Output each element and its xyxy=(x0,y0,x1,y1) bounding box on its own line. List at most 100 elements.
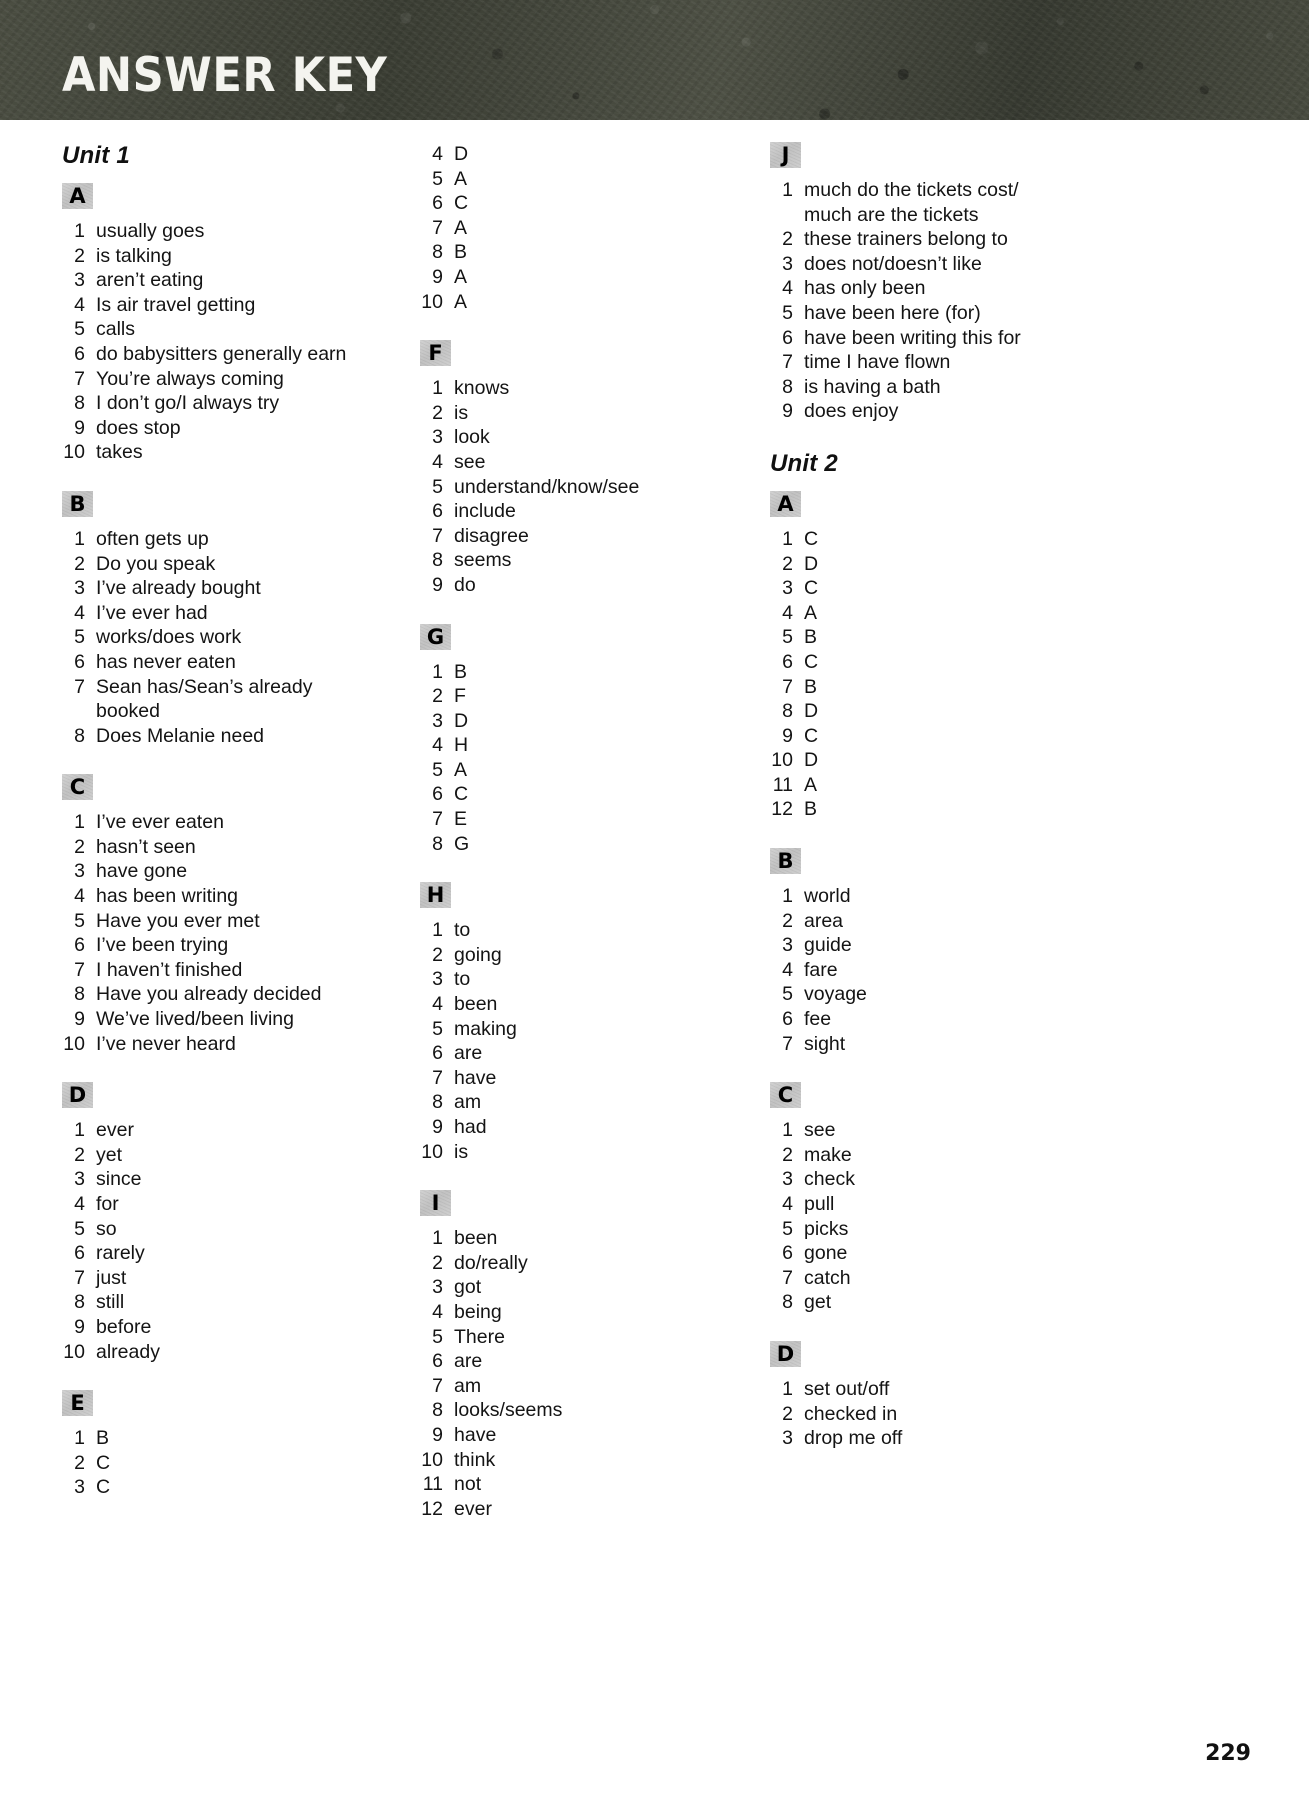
answer-number: 6 xyxy=(782,1008,793,1031)
answer-row: 6 include xyxy=(420,499,770,524)
answer-text-line: We’ve lived/been living xyxy=(96,1008,294,1031)
answer-text: hasn’t seen xyxy=(96,835,420,860)
answer-text-line: A xyxy=(454,265,468,288)
answer-row: 5A xyxy=(420,167,770,192)
answer-row: 5 understand/know/see xyxy=(420,475,770,500)
answer-number: 8 xyxy=(74,983,85,1006)
answer-text-line: C xyxy=(454,783,469,806)
answer-text-line: get xyxy=(804,1291,832,1314)
section-letter-chip: J xyxy=(770,142,801,168)
answer-row: 9 before xyxy=(62,1315,420,1340)
answer-text: Do you speak xyxy=(96,552,420,577)
answer-text-line: usually goes xyxy=(96,220,205,242)
answer-number: 3 xyxy=(782,577,793,600)
answer-text: making xyxy=(454,1017,770,1042)
answer-text-line: since xyxy=(96,1168,142,1191)
answer-text-line: drop me off xyxy=(804,1427,903,1450)
answer-text: does stop xyxy=(96,416,420,441)
answer-text-line: do/really xyxy=(454,1251,528,1274)
answer-text-line: have been writing this for xyxy=(804,326,1021,349)
answer-row: 7 disagree xyxy=(420,524,770,549)
answer-number: 8 xyxy=(432,241,443,264)
answer-text: calls xyxy=(96,317,420,342)
answer-number: 7 xyxy=(74,958,85,981)
answer-text: do babysitters generally earn xyxy=(96,342,420,367)
answer-number: 4 xyxy=(432,450,443,473)
answer-number: 10 xyxy=(421,1140,443,1163)
answer-text: works/does work xyxy=(96,625,420,650)
answer-number: 8 xyxy=(432,549,443,572)
answer-row: 4H xyxy=(420,733,770,758)
answer-row: 2 make xyxy=(770,1143,1130,1168)
answer-number: 1 xyxy=(782,1119,793,1142)
answer-text-line: am xyxy=(454,1091,482,1114)
answer-number: 9 xyxy=(782,724,793,747)
answer-text: world xyxy=(804,884,1130,909)
answer-section-continued: 4 D 5 A 6 C 7 A 8 B 9 A 10 A xyxy=(420,142,770,314)
answer-list: 1 ever 2 yet 3 since 4 for 5 so 6 rarely 7 just 8 still… xyxy=(62,1118,420,1364)
answer-number: 1 xyxy=(782,1377,793,1400)
answer-text-wrapped-line: booked xyxy=(96,700,160,723)
answer-text-line: still xyxy=(96,1291,125,1314)
section-letter-chip: E xyxy=(62,1390,93,1417)
unit-heading: Unit 2 xyxy=(770,449,838,477)
answer-row: 5 have been here (for) xyxy=(770,301,1130,326)
answer-text: does enjoy xyxy=(804,399,1130,424)
answer-row: 2 is xyxy=(420,401,770,426)
answer-number: 1 xyxy=(432,377,443,400)
answer-number: 5 xyxy=(782,301,793,324)
answer-text-line: A xyxy=(454,290,468,313)
answer-text: fee xyxy=(804,1007,1130,1032)
answer-text-line: B xyxy=(96,1427,110,1450)
answer-row: 10 D xyxy=(770,748,1130,773)
answer-row: 6C xyxy=(420,782,770,807)
answer-text: C xyxy=(96,1475,420,1500)
answer-text-line: to xyxy=(454,919,471,942)
answer-number: 5 xyxy=(782,983,793,1006)
answer-text-line: is xyxy=(454,1140,469,1163)
answer-text-line: A xyxy=(454,758,468,781)
answer-row: 4 pull xyxy=(770,1192,1130,1217)
answer-row: 12 ever xyxy=(420,1497,770,1522)
answer-text: just xyxy=(96,1266,420,1291)
answer-number: 8 xyxy=(782,700,793,723)
answer-row: 1 set out/off xyxy=(770,1377,1130,1402)
answer-text-line: just xyxy=(96,1266,127,1289)
answer-text-line: C xyxy=(804,527,819,550)
answer-row: 4 being xyxy=(420,1300,770,1325)
answer-number: 1 xyxy=(74,811,85,834)
answer-text-line: I’ve already bought xyxy=(96,577,261,600)
column-2: 4 D 5 A 6 C 7 A 8 B 9 A 10 A F 1 knows 2 is 3 look 4 see 5 under… xyxy=(420,142,770,1547)
answer-text-line: D xyxy=(454,143,469,165)
answer-text-line: B xyxy=(804,675,818,698)
answer-text: going xyxy=(454,943,770,968)
answer-text-line: C xyxy=(454,192,469,215)
answer-text-line: catch xyxy=(804,1266,851,1289)
answer-row: 3 aren’t eating xyxy=(62,268,420,293)
answer-text: is talking xyxy=(96,244,420,269)
answer-number: 4 xyxy=(432,1300,443,1323)
answer-text: A xyxy=(804,601,1130,626)
answer-text-line: disagree xyxy=(454,524,529,547)
answer-text: H xyxy=(454,733,770,758)
answer-text-line: set out/off xyxy=(804,1377,890,1400)
answer-text-line: Is air travel getting xyxy=(96,293,256,316)
answer-text: understand/know/see xyxy=(454,475,770,500)
answer-text-line: have gone xyxy=(96,860,188,883)
answer-row: 9C xyxy=(770,724,1130,749)
page-title: ANSWER KEY xyxy=(62,48,388,103)
section-letter-chip: B xyxy=(62,490,93,517)
answer-text: picks xyxy=(804,1217,1130,1242)
answer-number: 7 xyxy=(782,675,793,698)
answer-row: 7 just xyxy=(62,1266,420,1291)
answer-row: 2 is talking xyxy=(62,244,420,269)
answer-text-line: C xyxy=(96,1451,111,1474)
answer-number: 6 xyxy=(74,650,85,673)
answer-text-line: include xyxy=(454,500,516,523)
answer-number: 10 xyxy=(63,441,85,464)
answer-text-line: understand/know/see xyxy=(454,475,640,498)
answer-text: C xyxy=(804,650,1130,675)
answer-text: B xyxy=(804,625,1130,650)
answer-number: 1 xyxy=(782,885,793,908)
answer-row: 5 making xyxy=(420,1017,770,1042)
